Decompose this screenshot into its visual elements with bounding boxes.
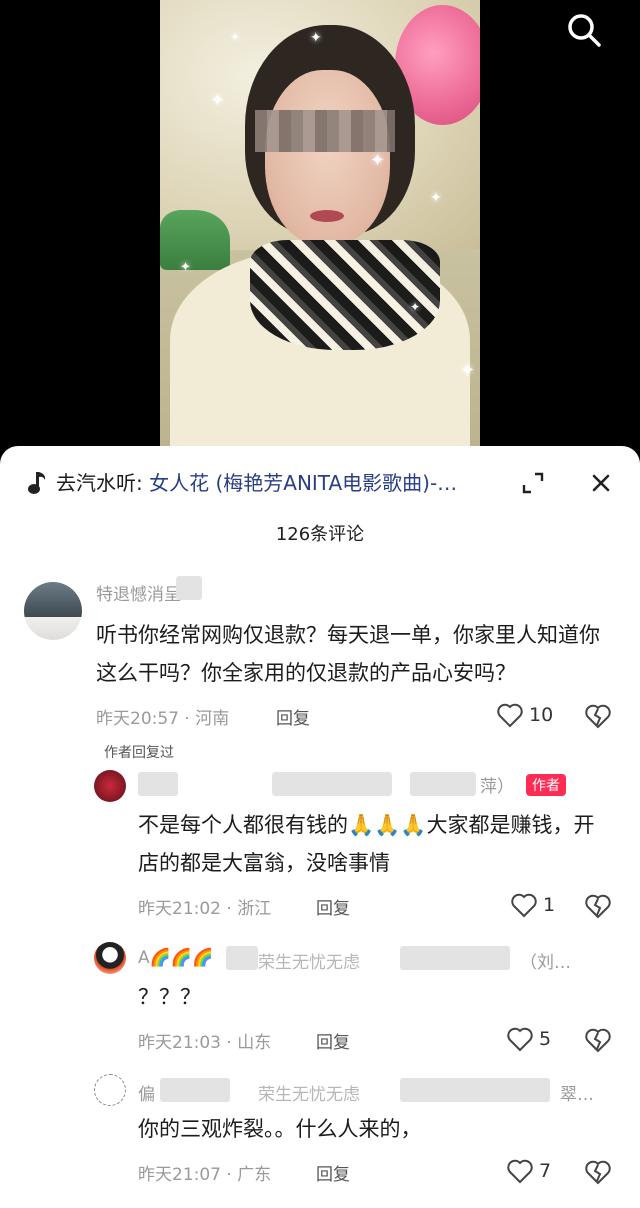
video-person-scarf: [250, 240, 440, 350]
sparkle-icon: ✦: [410, 300, 421, 314]
expand-icon[interactable]: [520, 470, 546, 496]
author-badge: 作者: [526, 774, 566, 796]
username-mosaic: [160, 1078, 230, 1102]
comment-item: 特退憾消呈 听书你经常网购仅退款？每天退一单，你家里人知道你这么干吗？你全家用的…: [0, 576, 640, 766]
sparkle-icon: ✦: [210, 90, 226, 111]
reply-item: 偏 荣生无忧无虑 翠… 你的三观炸裂。。什么人来的， 昨天21:07 · 广东 …: [0, 1072, 640, 1208]
comment-location: 浙江: [237, 899, 272, 919]
broken-heart-icon[interactable]: [584, 1158, 612, 1186]
sparkle-icon: ✦: [180, 260, 191, 275]
comment-username[interactable]: 偏: [138, 1080, 155, 1105]
music-song-title: 女人花 (梅艳芳ANITA电影歌曲)-…: [149, 471, 458, 495]
reply-item: 萍） 作者 不是每个人都很有钱的🙏🙏🙏大家都是赚钱，开店的都是大富翁，没啥事情 …: [0, 766, 640, 936]
comment-location: 广东: [237, 1165, 272, 1185]
music-source-label: 去汽水听:: [56, 471, 150, 495]
broken-heart-icon[interactable]: [584, 892, 612, 920]
username-mosaic: [226, 946, 258, 970]
comment-username-end: 翠…: [560, 1085, 594, 1105]
comment-text: 不是每个人都很有钱的🙏🙏🙏大家都是赚钱，开店的都是大富翁，没啥事情: [138, 806, 598, 882]
comment-meta: 昨天21:07 · 广东: [138, 1165, 272, 1185]
reply-button[interactable]: 回复: [316, 1028, 350, 1053]
username-mosaic: [410, 772, 476, 796]
like-button[interactable]: 5: [506, 1024, 551, 1054]
comment-username-tail: 荣生无忧无虑: [258, 953, 360, 973]
sparkle-icon: ✦: [230, 30, 241, 44]
comment-location: 山东: [237, 1033, 272, 1053]
comment-time: 昨天21:03: [138, 1033, 221, 1053]
broken-heart-icon[interactable]: [584, 702, 612, 730]
avatar[interactable]: [94, 942, 126, 974]
sparkle-icon: ✦: [460, 360, 476, 381]
search-button[interactable]: [560, 6, 608, 54]
video-plant: [160, 210, 230, 270]
author-replied-label: 作者回复过: [104, 745, 174, 761]
music-bar[interactable]: 去汽水听: 女人花 (梅艳芳ANITA电影歌曲)-…: [0, 460, 640, 506]
comment-meta: 昨天21:02 · 浙江: [138, 899, 272, 919]
username-mosaic: [138, 772, 178, 796]
search-icon: [568, 14, 601, 47]
avatar[interactable]: [94, 1074, 126, 1106]
reply-button[interactable]: 回复: [276, 704, 310, 729]
comment-time: 昨天20:57: [96, 709, 179, 729]
music-note-icon: [28, 472, 46, 494]
comment-sheet: 去汽水听: 女人花 (梅艳芳ANITA电影歌曲)-… 126条评论 特退憾消呈 …: [0, 446, 640, 1208]
comment-text: 你的三观炸裂。。什么人来的，: [138, 1117, 422, 1141]
like-button[interactable]: 1: [510, 890, 555, 920]
comment-username[interactable]: 萍）: [480, 772, 514, 797]
heart-icon: [511, 893, 537, 918]
comment-count: 126条评论: [275, 524, 365, 545]
video-eyes-mosaic: [255, 110, 395, 152]
comment-time: 昨天21:02: [138, 899, 221, 919]
sparkle-icon: ✦: [370, 150, 386, 171]
heart-icon: [507, 1159, 533, 1184]
comment-username[interactable]: A🌈🌈🌈: [138, 948, 213, 968]
comment-username-tail: 荣生无忧无虑: [258, 1085, 360, 1105]
comment-time: 昨天21:07: [138, 1165, 221, 1185]
username-mosaic: [176, 576, 202, 600]
like-count: 7: [539, 1160, 552, 1182]
like-count: 1: [543, 894, 556, 916]
avatar[interactable]: [24, 582, 82, 640]
pray-emoji: 🙏🙏🙏: [348, 813, 427, 837]
music-link[interactable]: 去汽水听: 女人花 (梅艳芳ANITA电影歌曲)-…: [56, 469, 506, 497]
heart-icon: [507, 1027, 533, 1052]
comment-text-part: 不是每个人都很有钱的: [138, 813, 348, 837]
sparkle-icon: ✦: [430, 190, 442, 206]
comment-username[interactable]: 特退憾消呈: [96, 580, 181, 605]
close-icon[interactable]: [588, 470, 614, 496]
username-mosaic: [272, 772, 392, 796]
reply-button[interactable]: 回复: [316, 1160, 350, 1185]
comment-username-end: （刘…: [520, 953, 571, 973]
avatar[interactable]: [94, 770, 126, 802]
reply-button[interactable]: 回复: [316, 894, 350, 919]
video-person-mouth: [310, 210, 344, 222]
reply-item: A🌈🌈🌈 荣生无忧无虑 （刘… ？？？ 昨天21:03 · 山东 回复 5: [0, 940, 640, 1070]
video-player[interactable]: ✦ ✦ ✦ ✦ ✦ ✦ ✦ ✦: [0, 0, 640, 460]
heart-icon: [497, 703, 523, 728]
comment-text: 听书你经常网购仅退款？每天退一单，你家里人知道你这么干吗？你全家用的仅退款的产品…: [96, 623, 600, 685]
like-count: 10: [529, 704, 554, 726]
like-button[interactable]: 10: [496, 700, 553, 730]
like-count: 5: [539, 1028, 552, 1050]
comment-meta: 昨天21:03 · 山东: [138, 1033, 272, 1053]
comment-text: ？？？: [138, 985, 201, 1009]
video-frame: ✦ ✦ ✦ ✦ ✦ ✦ ✦ ✦: [160, 0, 480, 446]
username-mosaic: [400, 1078, 550, 1102]
like-button[interactable]: 7: [506, 1156, 551, 1186]
username-mosaic: [400, 946, 510, 970]
comment-location: 河南: [195, 709, 230, 729]
broken-heart-icon[interactable]: [584, 1026, 612, 1054]
comment-meta: 昨天20:57 · 河南: [96, 709, 230, 729]
sparkle-icon: ✦: [310, 30, 322, 46]
